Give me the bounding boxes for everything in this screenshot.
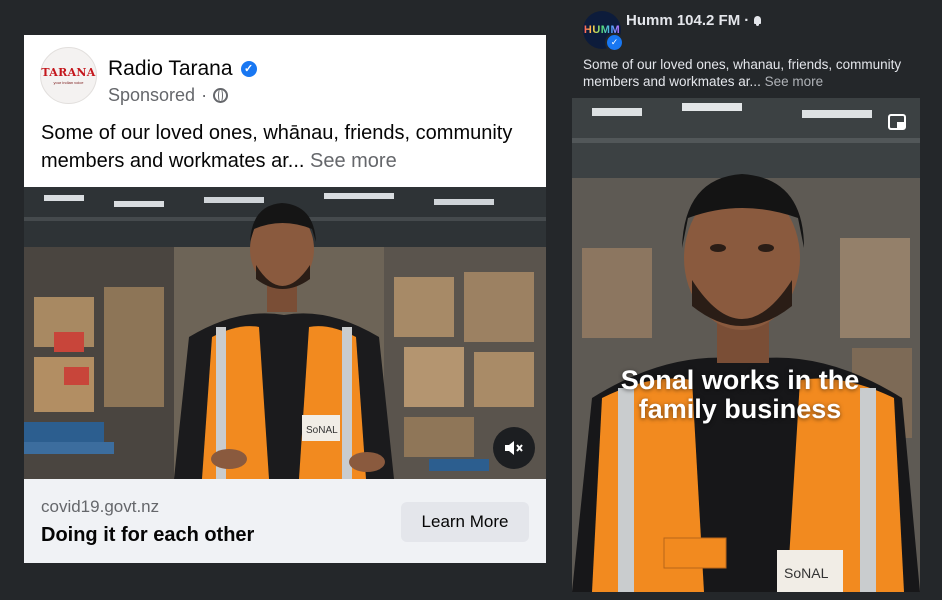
- video-nametag-text: SoNAL: [306, 425, 338, 436]
- page-avatar[interactable]: TARANA your indian voice: [40, 47, 97, 104]
- video-nametag-text: SoNAL: [784, 565, 829, 581]
- right-see-more-link[interactable]: See more: [765, 74, 824, 89]
- sponsored-ad-card: TARANA your indian voice Radio Tarana ✓ …: [24, 35, 546, 563]
- subtitle-line-2: family business: [638, 394, 842, 424]
- globe-icon: [213, 88, 229, 103]
- verified-badge-icon: ✓: [605, 33, 624, 52]
- bell-icon: [753, 15, 762, 26]
- ad-video[interactable]: SoNAL: [24, 187, 546, 479]
- video-subtitle: Sonal works in the family business: [572, 366, 908, 424]
- warehouse-closeup-frame: SoNAL: [572, 98, 920, 592]
- right-caption-text: Some of our loved ones, whanau, friends,…: [583, 57, 902, 89]
- link-headline[interactable]: Doing it for each other: [41, 524, 254, 547]
- separator-dot: ·: [744, 12, 750, 29]
- warehouse-video-frame: SoNAL: [24, 187, 546, 479]
- separator-dot: ·: [201, 85, 208, 105]
- see-more-link[interactable]: See more: [310, 150, 397, 172]
- right-post-caption: Some of our loved ones, whanau, friends,…: [583, 56, 923, 90]
- logo-text: TARANA: [41, 66, 96, 79]
- sponsored-row: Sponsored ·: [108, 85, 229, 106]
- learn-more-button[interactable]: Learn More: [401, 502, 529, 542]
- link-domain: covid19.govt.nz: [41, 497, 160, 516]
- sponsored-label[interactable]: Sponsored: [108, 85, 195, 106]
- subtitle-line-1: Sonal works in the: [620, 365, 860, 395]
- ad-footer[interactable]: covid19.govt.nz Doing it for each other …: [24, 479, 546, 563]
- mute-icon[interactable]: [493, 427, 535, 469]
- caption-text: Some of our loved ones, whānau, friends,…: [41, 122, 513, 172]
- right-page-name-row: Humm 104.2 FM ·: [626, 12, 762, 29]
- page-name-row: Radio Tarana ✓: [108, 57, 257, 81]
- picture-in-picture-icon[interactable]: [888, 114, 906, 130]
- page-name-link[interactable]: Radio Tarana: [108, 57, 233, 81]
- post-caption: Some of our loved ones, whānau, friends,…: [41, 119, 536, 175]
- right-page-name-link[interactable]: Humm 104.2 FM: [626, 12, 740, 29]
- ad-header: TARANA your indian voice Radio Tarana ✓ …: [24, 35, 546, 187]
- logo-subtext: your indian voice: [53, 80, 84, 85]
- right-video[interactable]: SoNAL: [572, 98, 920, 592]
- verified-badge-icon: ✓: [240, 61, 257, 77]
